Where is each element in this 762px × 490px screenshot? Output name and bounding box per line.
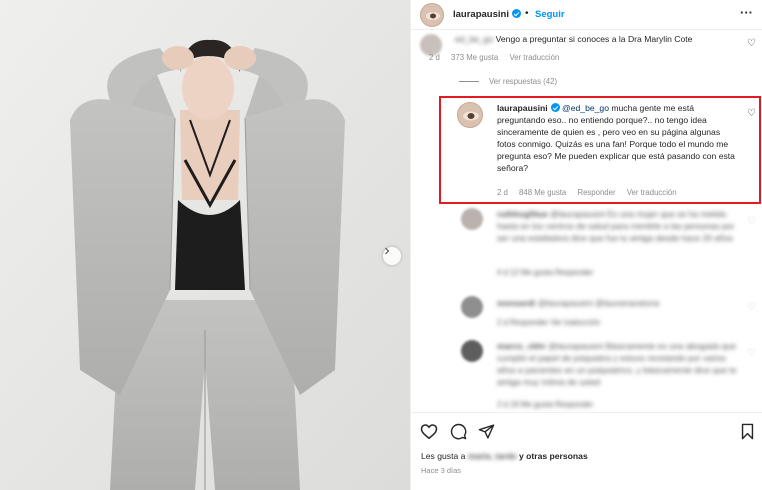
- comment-icon-svg: [450, 423, 466, 439]
- heart-icon[interactable]: ♡: [747, 38, 756, 49]
- blurred-comment: marco_ckhr @laurapausini Básicamente es …: [411, 338, 762, 412]
- reply-avatar[interactable]: [457, 102, 483, 128]
- avatar-face-icon: [421, 4, 443, 26]
- avatar-face-icon: [458, 103, 482, 127]
- heart-icon[interactable]: ♡: [747, 302, 756, 313]
- post-header: laurapausini • Seguir ···: [411, 0, 762, 30]
- share-icon-svg: [478, 423, 494, 439]
- reply-body: preguntando eso.. no entiendo porque?.. …: [497, 115, 735, 173]
- woman-in-grey-suit-image: [0, 0, 410, 490]
- translate-link[interactable]: Ver traducción: [509, 53, 559, 62]
- commenter-avatar[interactable]: [461, 208, 483, 230]
- comment-likes[interactable]: 373 Me gusta: [451, 53, 498, 62]
- heart-icon[interactable]: ♡: [747, 348, 756, 359]
- reply-text: laurapausini @ed_be_go mucha gente me es…: [497, 102, 737, 174]
- bookmark-icon-svg: [741, 423, 753, 439]
- comment-first: ed_be_go Vengo a preguntar si conoces a …: [411, 30, 762, 70]
- reply-username[interactable]: laurapausini: [497, 103, 548, 113]
- likes-user[interactable]: maria_tarde: [468, 451, 517, 461]
- likes-others-link[interactable]: y otras personas: [519, 451, 588, 461]
- author-name-text[interactable]: laurapausini: [453, 9, 509, 20]
- translate-link[interactable]: Ver traducción: [627, 188, 677, 197]
- reply-body-line1: mucha gente me está: [608, 103, 695, 113]
- blurred-meta: 2 d 18 Me gusta Responder: [497, 400, 594, 409]
- comment-first-text: ed_be_go Vengo a preguntar si conoces a …: [455, 33, 745, 45]
- replies-divider: [459, 81, 479, 82]
- next-photo-button[interactable]: [383, 247, 401, 265]
- verified-badge-icon: [511, 9, 521, 18]
- heart-icon[interactable]: ♡: [747, 108, 756, 119]
- blurred-username[interactable]: marco_ckhr: [497, 341, 546, 351]
- comment-time: 2 d: [429, 53, 440, 62]
- post-time: Hace 3 días: [421, 466, 462, 475]
- comment-icon[interactable]: [448, 421, 468, 441]
- reply-meta: 2 d 848 Me gusta Responder Ver traducció…: [497, 188, 686, 197]
- commenter-avatar[interactable]: [461, 340, 483, 362]
- likes-summary: Les gusta a maria_tarde y otras personas: [421, 451, 588, 461]
- follow-button[interactable]: Seguir: [535, 9, 565, 20]
- reply-mention-link[interactable]: @ed_be_go: [562, 103, 609, 113]
- reply-comment: laurapausini @ed_be_go mucha gente me es…: [411, 98, 762, 202]
- heart-icon[interactable]: [419, 421, 439, 441]
- blurred-comment-text: monzardi @laurapausini @lauramaratona: [497, 297, 737, 309]
- reply-button[interactable]: Responder: [577, 188, 615, 197]
- author-avatar[interactable]: [420, 3, 444, 27]
- heart-icon[interactable]: ♡: [747, 216, 756, 227]
- blurred-username[interactable]: monzardi: [497, 298, 535, 308]
- comments-panel: laurapausini • Seguir ··· ed_be_go Vengo…: [410, 0, 762, 490]
- blurred-comment-text: marco_ckhr @laurapausini Básicamente es …: [497, 340, 737, 388]
- post-photo: [0, 0, 410, 490]
- blurred-comment: monzardi @laurapausini @lauramaratona 2 …: [411, 294, 762, 330]
- commenter-avatar[interactable]: [461, 296, 483, 318]
- comment-likes[interactable]: 848 Me gusta: [519, 188, 566, 197]
- author-username[interactable]: laurapausini: [453, 9, 521, 20]
- view-replies-link[interactable]: Ver respuestas (42): [489, 77, 557, 86]
- bookmark-icon[interactable]: [737, 421, 757, 441]
- comment-time: 2 d: [497, 188, 508, 197]
- blurred-comment: ruthhogfitue @laurapausini Es una mujer …: [411, 206, 762, 278]
- header-separator: •: [525, 8, 529, 19]
- comment-first-body: Vengo a preguntar si conoces a la Dra Ma…: [495, 34, 693, 44]
- blurred-body: @laurapausini @lauramaratona: [537, 298, 660, 308]
- comment-first-meta: 2 d 373 Me gusta Ver traducción: [429, 53, 568, 62]
- verified-badge-icon: [550, 103, 560, 112]
- more-icon[interactable]: ···: [740, 5, 753, 20]
- blurred-comment-text: ruthhogfitue @laurapausini Es una mujer …: [497, 208, 737, 244]
- blurred-username[interactable]: ruthhogfitue: [497, 209, 548, 219]
- blurred-meta: 2 d Responder Ver traducción: [497, 318, 601, 327]
- blurred-meta: 4 d 12 Me gusta Responder: [497, 268, 594, 277]
- comment-first-user[interactable]: ed_be_go: [455, 34, 493, 44]
- chevron-right-icon: [385, 247, 390, 255]
- share-icon[interactable]: [476, 421, 496, 441]
- post-footer: Les gusta a maria_tarde y otras personas…: [411, 412, 762, 490]
- heart-icon-svg: [420, 423, 438, 439]
- likes-prefix: Les gusta a: [421, 451, 466, 461]
